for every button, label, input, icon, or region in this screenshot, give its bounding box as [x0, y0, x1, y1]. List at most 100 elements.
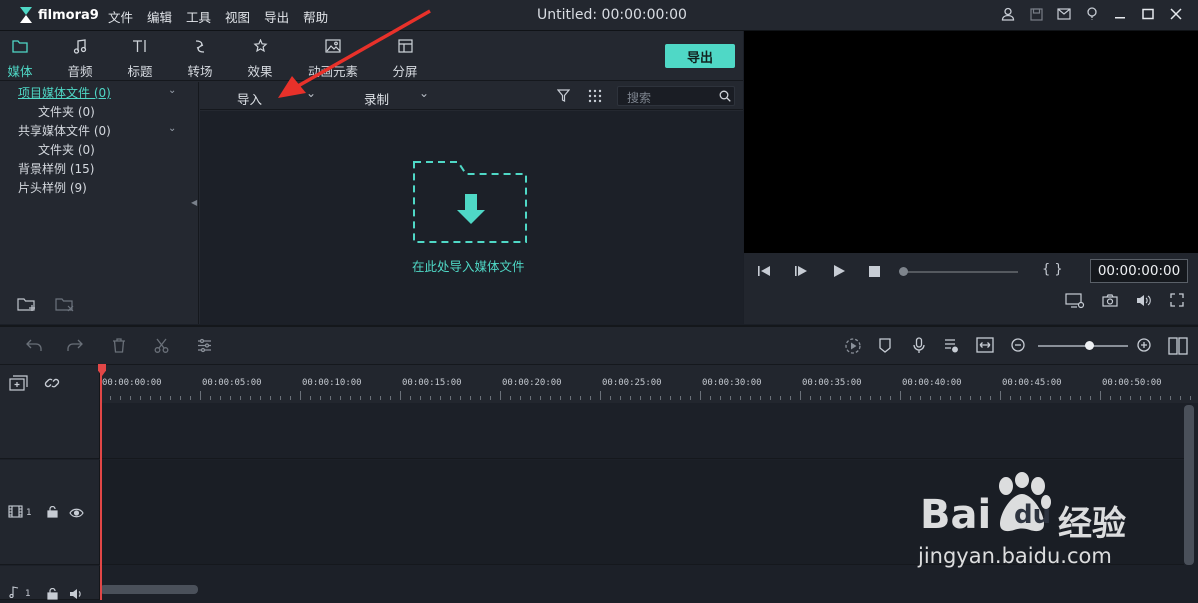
tab-elements[interactable]: 动画元素	[303, 39, 363, 80]
undo-icon[interactable]	[26, 339, 42, 355]
link-icon[interactable]	[44, 375, 60, 394]
filter-icon[interactable]	[556, 89, 571, 105]
menu-bar: 文件 编辑 工具 视图 导出 帮助	[108, 7, 328, 26]
transition-icon	[176, 39, 224, 59]
marker-icon[interactable]	[879, 338, 891, 356]
ruler-tick	[340, 396, 341, 400]
preview-progress-track[interactable]	[904, 271, 1018, 273]
step-forward-icon[interactable]	[794, 265, 808, 280]
ruler-tick	[840, 396, 841, 400]
ruler-tick-label: 00:00:05:00	[202, 378, 262, 388]
play-icon[interactable]	[833, 265, 845, 280]
grid-view-icon[interactable]	[588, 89, 602, 106]
render-preview-icon[interactable]	[844, 337, 862, 358]
ruler-tick	[860, 396, 861, 400]
zoom-in-icon[interactable]	[1137, 338, 1151, 355]
timeline-horizontal-scrollbar[interactable]	[100, 585, 198, 594]
stop-icon[interactable]	[869, 266, 880, 280]
tab-media[interactable]: 媒体	[0, 39, 44, 85]
cut-icon[interactable]	[154, 338, 169, 356]
microphone-icon[interactable]	[913, 337, 925, 357]
menu-file[interactable]: 文件	[108, 7, 133, 26]
import-folder-icon[interactable]	[412, 158, 528, 247]
chevron-down-icon[interactable]: ⌄	[168, 85, 176, 96]
window-controls	[1000, 6, 1184, 22]
ruler-tick	[830, 396, 831, 400]
delete-icon[interactable]	[112, 338, 126, 356]
info-icon[interactable]	[1084, 6, 1100, 22]
empty-track-lane[interactable]	[101, 403, 1184, 459]
timeline-track-tools	[0, 365, 100, 403]
add-track-icon[interactable]	[9, 375, 29, 394]
preview-progress-handle[interactable]	[899, 267, 908, 276]
empty-track-header	[0, 403, 100, 459]
media-drop-area[interactable]: 在此处导入媒体文件	[200, 111, 743, 324]
lock-icon[interactable]	[47, 505, 58, 521]
ruler-tick	[180, 396, 181, 400]
sidebar-item-intro-samples[interactable]: 片头样例 (9)	[18, 179, 87, 196]
lock-icon[interactable]	[47, 587, 58, 603]
search-icon[interactable]	[719, 90, 731, 105]
minimize-icon[interactable]	[1112, 6, 1128, 22]
menu-export[interactable]: 导出	[264, 7, 289, 26]
sidebar-item-background-samples[interactable]: 背景样例 (15)	[18, 160, 94, 177]
tab-titles[interactable]: 标题	[116, 39, 164, 80]
import-button[interactable]: 导入	[237, 89, 262, 108]
panel-layout-icon[interactable]	[1168, 337, 1188, 358]
redo-icon[interactable]	[67, 339, 83, 355]
eye-icon[interactable]	[69, 507, 84, 521]
ruler-tick	[430, 396, 431, 400]
sidebar-item-project-media[interactable]: 项目媒体文件 (0)	[18, 84, 111, 101]
ruler-tick	[900, 391, 901, 400]
zoom-out-icon[interactable]	[1011, 338, 1025, 355]
ruler-tick	[570, 396, 571, 400]
split-screen-icon	[381, 39, 429, 59]
ruler-tick	[280, 396, 281, 400]
chevron-down-icon[interactable]: ⌄	[168, 123, 176, 134]
snapshot-camera-icon[interactable]	[1102, 294, 1118, 310]
menu-help[interactable]: 帮助	[303, 7, 328, 26]
title-text-icon	[116, 39, 164, 59]
step-back-icon[interactable]	[757, 265, 771, 280]
ruler-tick	[250, 396, 251, 400]
user-icon[interactable]	[1000, 6, 1016, 22]
playhead-line[interactable]	[100, 366, 102, 600]
close-icon[interactable]	[1168, 6, 1184, 22]
tab-split-screen[interactable]: 分屏	[381, 39, 429, 80]
record-button[interactable]: 录制	[364, 89, 389, 108]
maximize-icon[interactable]	[1140, 6, 1156, 22]
delete-folder-icon[interactable]	[55, 296, 75, 315]
tab-effects[interactable]: 效果	[236, 38, 284, 80]
collapse-handle-icon[interactable]: ◀	[191, 198, 197, 207]
zoom-slider-handle[interactable]	[1085, 341, 1094, 350]
volume-icon[interactable]	[1136, 294, 1152, 310]
adjust-icon[interactable]	[197, 338, 212, 356]
display-settings-icon[interactable]	[1065, 293, 1085, 312]
ruler-tick	[140, 396, 141, 400]
menu-tools[interactable]: 工具	[186, 7, 211, 26]
audio-mixer-icon[interactable]	[944, 338, 960, 356]
fullscreen-icon[interactable]	[1170, 293, 1184, 310]
timeline-ruler[interactable]: 00:00:00:00 00:00:05:00 00:00:10:00 00:00:1…	[100, 365, 1198, 403]
folder-sidebar: 项目媒体文件 (0) ⌄ 文件夹 (0) 共享媒体文件 (0) ⌄ 文件夹 (0…	[0, 82, 199, 324]
mark-in-out-brackets[interactable]: { }	[1042, 262, 1063, 277]
import-dropdown-chevron-icon[interactable]: ⌄	[306, 86, 316, 100]
record-dropdown-chevron-icon[interactable]: ⌄	[419, 86, 429, 100]
timeline-vertical-scrollbar[interactable]	[1184, 405, 1194, 565]
ruler-tick	[190, 396, 191, 400]
menu-edit[interactable]: 编辑	[147, 7, 172, 26]
tab-audio[interactable]: 音频	[56, 39, 104, 80]
zoom-slider-track[interactable]	[1038, 345, 1128, 347]
fit-timeline-icon[interactable]	[976, 337, 994, 356]
save-icon[interactable]	[1028, 6, 1044, 22]
mail-icon[interactable]	[1056, 6, 1072, 22]
sidebar-item-shared-folder[interactable]: 文件夹 (0)	[38, 141, 95, 158]
sidebar-item-folder[interactable]: 文件夹 (0)	[38, 103, 95, 120]
sidebar-item-shared-media[interactable]: 共享媒体文件 (0)	[18, 122, 111, 139]
tab-transitions[interactable]: 转场	[176, 39, 224, 80]
menu-view[interactable]: 视图	[225, 7, 250, 26]
speaker-icon[interactable]	[69, 588, 84, 603]
search-input[interactable]: 搜索	[617, 86, 735, 106]
export-button[interactable]: 导出	[665, 44, 735, 68]
new-folder-icon[interactable]	[17, 296, 37, 315]
